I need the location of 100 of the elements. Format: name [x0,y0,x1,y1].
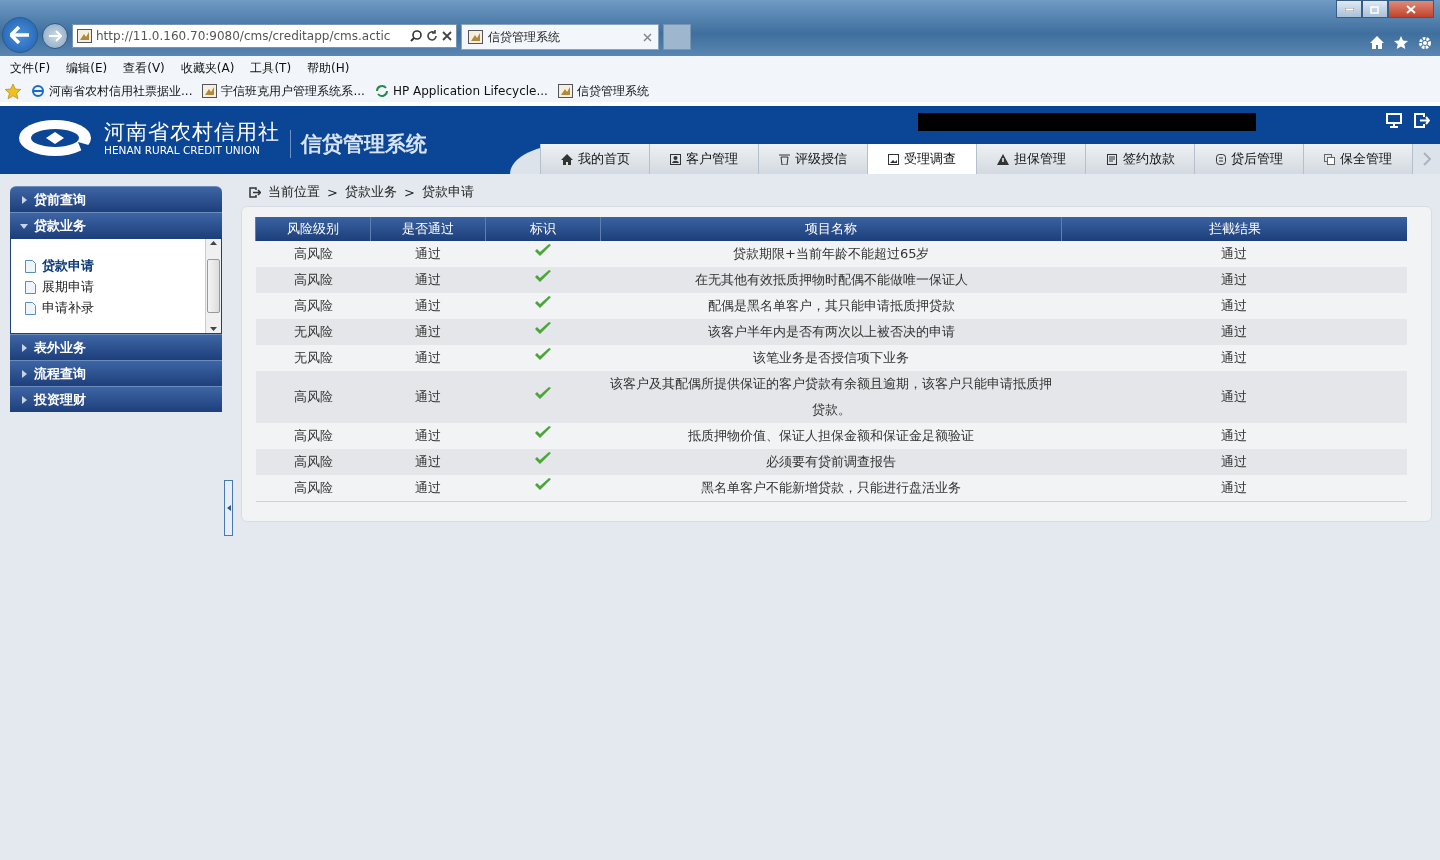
document-icon [25,259,36,273]
monitor-icon[interactable] [1386,113,1402,128]
forward-arrow-icon [48,30,62,42]
nav-tab[interactable]: 保全管理 [1303,144,1412,174]
nav-tab[interactable]: 贷后管理 [1194,144,1303,174]
table-cell: 该笔业务是否授信项下业务 [600,345,1062,371]
nav-tab[interactable]: 担保管理 [976,144,1085,174]
refresh-icon[interactable] [426,30,438,42]
scroll-thumb[interactable] [207,259,220,313]
maximize-button[interactable] [1362,0,1388,18]
nav-tab[interactable]: 我的首页 [540,144,649,174]
table-cell: 通过 [1061,345,1407,371]
list-icon [1215,153,1226,165]
document-icon [1105,153,1118,165]
sidebar-section[interactable]: 贷款业务 [10,212,222,238]
sidebar-section[interactable]: 贷前查询 [10,186,222,212]
column-header: 是否通过 [370,217,486,241]
scroll-up-icon [210,241,217,245]
url-text: http://11.0.160.70:9080/cms/creditapp/cms.actic [96,29,392,43]
forward-button[interactable] [42,23,68,49]
org-name-english: HENAN RURAL CREDIT UNION [104,144,261,156]
table-cell: 高风险 [255,449,371,475]
search-icon[interactable] [410,30,422,42]
page-icon [202,84,218,98]
menu-item[interactable]: 帮助(H) [307,59,350,77]
sidebar-section[interactable]: 流程查询 [10,360,222,386]
address-field[interactable]: http://11.0.160.70:9080/cms/creditapp/cms.actic [72,24,457,48]
column-header: 标识 [485,217,601,241]
table-cell: 通过 [1061,319,1407,345]
breadcrumb-item[interactable]: 贷款业务 [344,183,397,201]
back-arrow-icon [10,26,30,44]
minimize-icon [1344,7,1354,11]
nav-tab[interactable]: 签约放款 [1085,144,1194,174]
table-cell: 通过 [370,449,486,475]
favorites-star-icon[interactable] [5,83,21,99]
sidebar-section[interactable]: 投资理财 [10,386,222,412]
table-cell: 高风险 [255,267,371,293]
minimize-button[interactable] [1336,0,1362,18]
table-cell: 通过 [1061,371,1407,423]
sidebar-section[interactable]: 表外业务 [10,334,222,360]
image-icon [888,153,899,165]
table-cell: 通过 [370,371,486,423]
table-cell: 通过 [1061,449,1407,475]
menu-item[interactable]: 查看(V) [123,59,165,77]
copy-icon [1324,153,1335,165]
close-icon [1406,4,1416,14]
favorite-link[interactable]: 信贷管理系统 [557,82,649,100]
caret-right-icon [20,343,28,352]
caret-right-icon [20,395,28,404]
table-cell: 高风险 [255,241,371,267]
settings-icon[interactable] [1418,36,1432,50]
home-icon [560,153,573,165]
browser-icon [31,84,45,98]
column-header: 拦截结果 [1061,217,1407,241]
collapse-handle[interactable] [224,480,233,536]
table-cell: 通过 [370,319,486,345]
caret-right-icon [20,369,28,378]
close-window-button[interactable] [1388,0,1434,18]
column-header: 风险级别 [255,217,371,241]
scrollbar[interactable] [205,239,221,333]
browser-tab[interactable]: 信贷管理系统 [461,24,659,50]
favorite-link[interactable]: 河南省农村信用社票据业... [31,82,193,100]
close-icon[interactable] [442,31,452,41]
logout-icon[interactable] [1414,113,1430,128]
table-cell: 通过 [370,345,486,371]
table-cell: 通过 [1061,267,1407,293]
document-icon [25,301,36,315]
favorite-link[interactable]: 宇信班克用户管理系统系... [202,82,365,100]
table-cell: 通过 [1061,475,1407,502]
sidebar-item[interactable]: 贷款申请 [25,257,205,275]
menu-item[interactable]: 收藏夹(A) [180,59,235,77]
page-icon [77,29,92,43]
table-cell: 通过 [370,423,486,449]
sidebar-item[interactable]: 申请补录 [25,299,205,317]
table-cell: 贷款期限+当前年龄不能超过65岁 [600,241,1062,267]
warning-icon [996,153,1009,165]
menu-item[interactable]: 文件(F) [10,59,51,77]
breadcrumb-item[interactable]: 贷款申请 [421,183,474,201]
favorite-link[interactable]: HP Application Lifecycle... [374,84,548,98]
user-card-icon [670,153,681,165]
nav-tab[interactable]: 客户管理 [649,144,758,174]
table-cell: 必须要有贷前调查报告 [600,449,1062,475]
nav-tab[interactable]: 评级授信 [758,144,867,174]
column-header: 项目名称 [600,217,1062,241]
table-cell: 高风险 [255,371,371,423]
page-icon [468,30,483,44]
org-name: 河南省农村信用社 [104,120,280,144]
table-cell: 无风险 [255,345,371,371]
nav-tab[interactable]: 受理调查 [867,144,976,174]
menu-item[interactable]: 工具(T) [250,59,292,77]
caret-down-icon [20,221,28,230]
tab-title: 信贷管理系统 [488,28,561,46]
home-icon[interactable] [1370,36,1384,49]
sidebar-item[interactable]: 展期申请 [25,278,205,296]
star-icon[interactable] [1394,36,1408,49]
table-cell: 通过 [370,475,486,502]
menu-item[interactable]: 编辑(E) [66,59,108,77]
table-cell: 通过 [370,267,486,293]
back-button[interactable] [2,17,38,53]
trash-icon [779,153,790,165]
